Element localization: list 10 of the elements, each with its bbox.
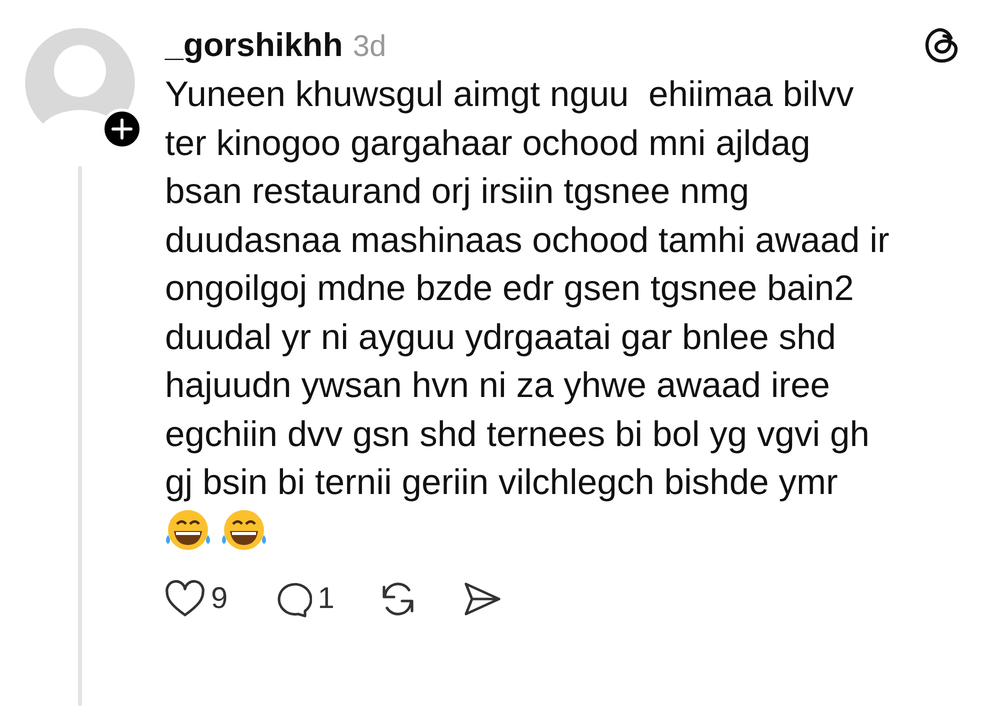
send-icon	[462, 580, 502, 618]
share-button[interactable]	[462, 580, 502, 618]
threads-logo-icon	[924, 26, 960, 64]
username[interactable]: _gorshikhh	[165, 26, 343, 64]
avatar[interactable]	[25, 28, 135, 138]
post-time: 3d	[352, 30, 386, 64]
heart-icon	[165, 580, 205, 618]
post-text: Yuneen khuwsgul aimgt nguu ehiimaa bilvv ter kinogoo gargahaar ochood mni ajldag bsan restaurand orj irsiin tgsnee nmg duudasnaa mashinaas ochood tamhi awaad ir ongoilgoj mdne bzde edr gsen tgsnee bain2 duudal yr ni ayguu ydrgaatai gar bnlee shd hajuudn ywsan hvn ni za yhwe awaad iree egchiin dvv gsn shd ternees bi bol yg vgvi gh gj bsin bi ternii geriin vilchlegch bishde ymr	[165, 73, 890, 504]
like-button[interactable]: 9	[165, 580, 228, 618]
reply-button[interactable]: 1	[272, 578, 334, 618]
